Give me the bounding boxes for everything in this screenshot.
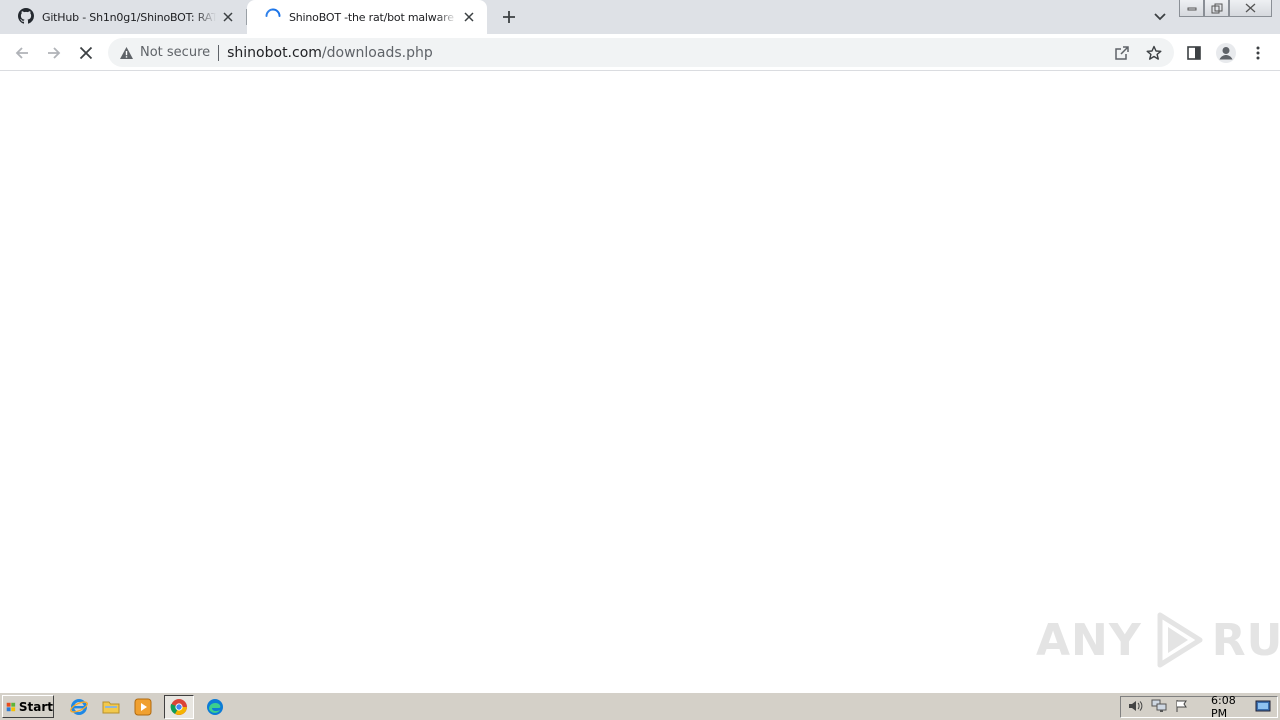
share-icon[interactable]	[1110, 41, 1134, 65]
close-window-button[interactable]	[1229, 0, 1272, 17]
avatar-icon	[1216, 43, 1236, 63]
github-icon	[18, 7, 34, 27]
stop-x-icon	[79, 46, 93, 60]
loading-spinner-icon	[265, 8, 281, 27]
tab-search-button[interactable]	[1150, 7, 1170, 27]
page-content	[0, 72, 1280, 692]
play-logo-icon	[1157, 612, 1203, 668]
restore-icon	[1211, 3, 1222, 13]
window-controls	[1179, 0, 1272, 18]
address-bar[interactable]: Not secure shinobot.com/downloads.php	[108, 38, 1174, 67]
tab-title: GitHub - Sh1n0g1/ShinoBOT: RAT / Botnet …	[42, 10, 216, 24]
tab-strip: GitHub - Sh1n0g1/ShinoBOT: RAT / Botnet …	[0, 0, 1280, 34]
tab-shinobot[interactable]: ShinoBOT -the rat/bot malware simulator	[247, 0, 487, 34]
close-icon[interactable]	[461, 9, 477, 25]
quick-launch	[68, 694, 226, 719]
edge-icon[interactable]	[204, 696, 226, 718]
start-label: Start	[18, 699, 53, 714]
start-button[interactable]: Start	[2, 695, 54, 718]
side-panel-icon	[1187, 46, 1201, 60]
side-panel-button[interactable]	[1181, 40, 1207, 66]
clock[interactable]: 6:08 PM	[1211, 694, 1247, 720]
kebab-menu-icon	[1256, 46, 1260, 60]
tab-github[interactable]: GitHub - Sh1n0g1/ShinoBOT: RAT / Botnet …	[0, 0, 246, 34]
volume-icon[interactable]	[1127, 698, 1143, 717]
new-tab-button[interactable]	[498, 6, 520, 28]
security-label[interactable]: Not secure	[140, 45, 210, 60]
tab-title: ShinoBOT -the rat/bot malware simulator	[289, 10, 457, 24]
chevron-down-icon	[1154, 13, 1166, 21]
profile-button[interactable]	[1213, 40, 1239, 66]
close-icon[interactable]	[220, 9, 236, 25]
back-button[interactable]	[9, 40, 35, 66]
action-center-flag-icon[interactable]	[1175, 698, 1189, 717]
close-icon	[1245, 3, 1256, 13]
arrow-right-icon	[48, 47, 61, 59]
url-path: /downloads.php	[321, 44, 433, 61]
minimize-button[interactable]	[1179, 0, 1204, 17]
ie-icon[interactable]	[68, 696, 90, 718]
taskbar: Start 6:08 PM	[0, 692, 1280, 720]
system-tray: 6:08 PM	[1120, 694, 1278, 720]
network-icon[interactable]	[1151, 698, 1167, 717]
menu-button[interactable]	[1245, 40, 1271, 66]
plus-icon	[503, 11, 515, 23]
minimize-icon	[1187, 7, 1196, 11]
media-player-icon[interactable]	[132, 696, 154, 718]
stop-button[interactable]	[73, 40, 99, 66]
watermark-left: ANY	[1036, 614, 1142, 666]
omnibox-divider	[218, 44, 220, 61]
restore-button[interactable]	[1204, 0, 1229, 17]
forward-button[interactable]	[41, 40, 67, 66]
arrow-left-icon	[15, 47, 28, 59]
url-text[interactable]: shinobot.com/downloads.php	[227, 45, 433, 61]
folder-icon[interactable]	[100, 696, 122, 718]
anyrun-watermark: ANY RUN	[1036, 608, 1280, 672]
watermark-right: RUN	[1211, 614, 1280, 666]
windows-flag-icon	[6, 702, 16, 711]
bookmark-star-icon[interactable]	[1142, 41, 1166, 65]
url-host: shinobot.com	[227, 44, 322, 61]
warning-icon[interactable]	[118, 45, 134, 61]
browser-toolbar: Not secure shinobot.com/downloads.php	[0, 34, 1280, 71]
show-desktop-icon[interactable]	[1255, 698, 1271, 717]
chrome-icon[interactable]	[164, 694, 194, 719]
